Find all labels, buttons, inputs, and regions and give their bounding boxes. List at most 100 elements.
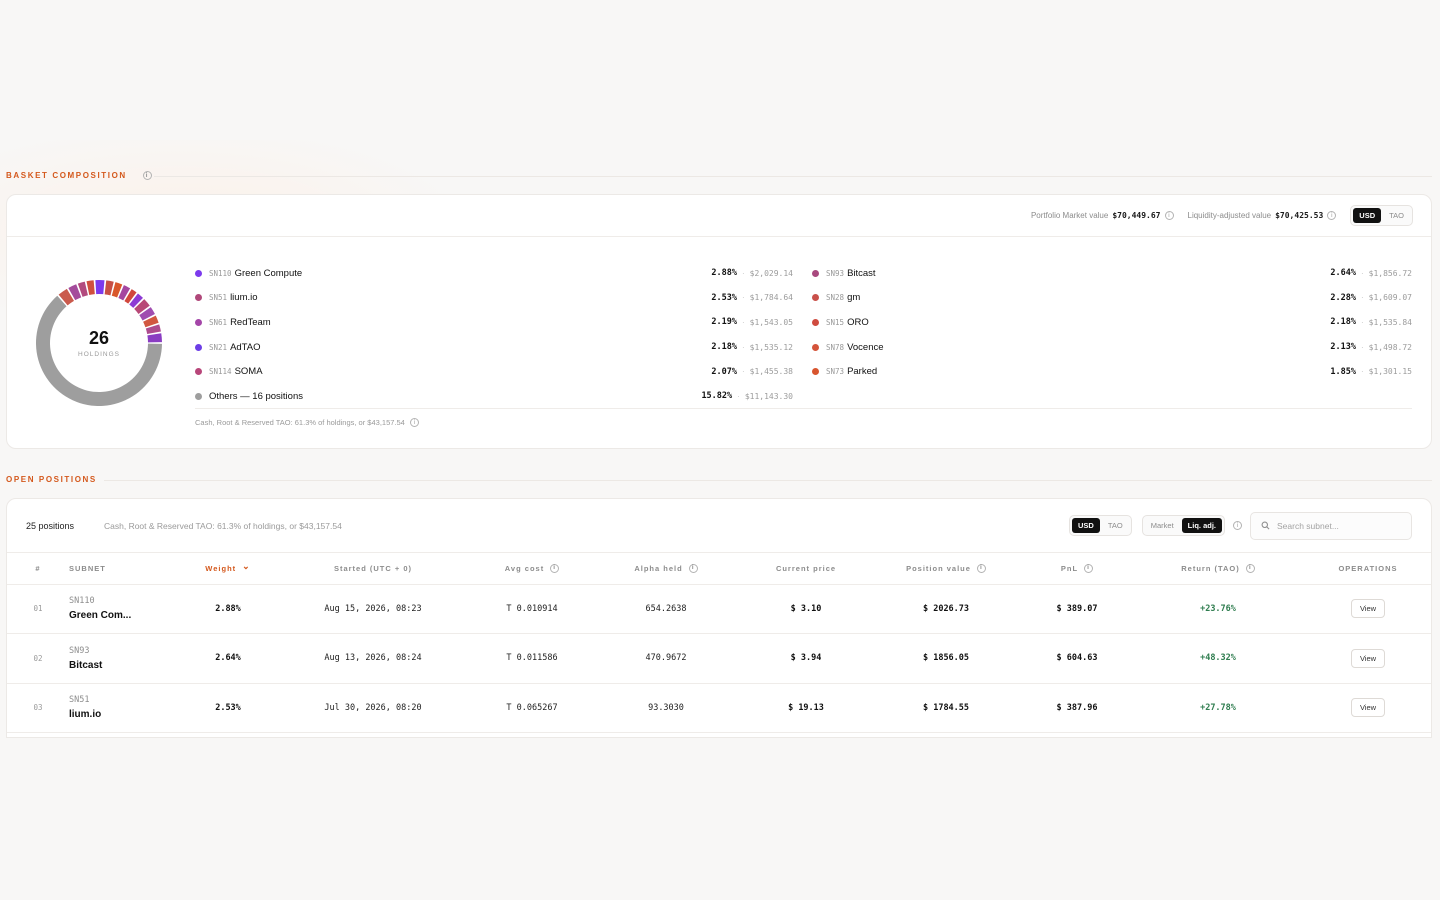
holding-name: lium.io <box>230 292 258 304</box>
liquidity-amount: $70,425.53 <box>1275 211 1324 220</box>
holding-usd-value: $1,535.84 <box>1368 317 1412 327</box>
basket-title-text: BASKET COMPOSITION <box>6 171 127 180</box>
holding-row[interactable]: SN110 Green Compute 2.88% · $2,029.14 <box>195 261 793 286</box>
row-started: Jul 30, 2026, 08:20 <box>273 683 473 733</box>
row-position-value: $ 1784.55 <box>871 683 1021 733</box>
row-return: +23.76% <box>1133 584 1303 634</box>
holding-values: 2.28% · $1,609.07 <box>1330 293 1412 303</box>
holding-subnet-id: SN114 <box>209 367 232 377</box>
row-subnet-name: Bitcast <box>69 659 103 671</box>
holding-percent: 2.53% <box>711 292 737 303</box>
holding-name: Bitcast <box>847 267 876 279</box>
row-subnet-name: Green Com... <box>69 610 132 622</box>
table-row[interactable]: 01 SN110 Green Com... 2.88% Aug 15, 2026, 08… <box>7 584 1431 634</box>
info-icon[interactable]: i <box>1327 211 1337 220</box>
col-weight-sort[interactable]: Weight ⌄ <box>183 553 273 585</box>
holding-usd-value: $2,029.14 <box>749 268 793 278</box>
holding-values: 2.18% · $1,535.84 <box>1330 317 1412 327</box>
holding-usd-value: $1,856.72 <box>1368 268 1412 278</box>
col-alpha-held[interactable]: Alpha held i <box>591 553 741 585</box>
separator-dot: · <box>741 268 745 278</box>
col-pnl[interactable]: PnL i <box>1021 553 1133 585</box>
row-subnet-id: SN110 <box>69 596 95 607</box>
holdings-list-right: SN93 Bitcast 2.64% · $1,856.72 SN28 gm 2.28% · $1… <box>812 261 1412 384</box>
positions-toolbar: 25 positions Cash, Root & Reserved TAO: … <box>7 499 1431 553</box>
view-button[interactable]: View <box>1350 698 1386 718</box>
holding-percent: 2.18% <box>711 342 737 353</box>
holding-usd-value: $1,609.07 <box>1368 293 1412 303</box>
row-subnet: SN110 Green Com... <box>69 584 183 634</box>
col-avg-cost[interactable]: Avg cost i <box>473 553 591 585</box>
positions-table: # SUBNET Weight ⌄ Started (UTC + 0) Avg c… <box>7 553 1431 733</box>
table-row[interactable]: 02 SN93 Bitcast 2.64% Aug 13, 2026, 08:24 T 0… <box>7 633 1431 684</box>
info-icon[interactable]: i <box>688 563 698 573</box>
info-icon[interactable]: i <box>1245 563 1255 573</box>
table-row[interactable]: 03 SN51 lium.io 2.53% Jul 30, 2026, 08:20 T 0… <box>7 683 1431 733</box>
row-index: 01 <box>7 584 69 634</box>
holding-row[interactable]: SN93 Bitcast 2.64% · $1,856.72 <box>812 261 1412 286</box>
holding-values: 1.85% · $1,301.15 <box>1330 367 1412 377</box>
search-subnet-input[interactable] <box>1277 520 1407 531</box>
holding-color-dot <box>195 392 202 400</box>
holding-percent: 1.85% <box>1330 366 1356 377</box>
usd-toggle-button[interactable]: USD <box>1072 517 1100 534</box>
row-index: 03 <box>7 683 69 733</box>
holding-row[interactable]: SN78 Vocence 2.13% · $1,498.72 <box>812 335 1412 360</box>
row-return: +27.78% <box>1133 683 1303 733</box>
holding-percent: 2.64% <box>1330 268 1356 279</box>
row-pnl: $ 389.07 <box>1021 584 1133 634</box>
separator-dot: · <box>741 293 745 303</box>
tao-toggle-button[interactable]: TAO <box>1102 518 1129 534</box>
holding-row[interactable]: Others — 16 positions 15.82% · $11,143.30 <box>195 384 793 409</box>
row-operations: View <box>1303 683 1431 733</box>
tao-toggle-button[interactable]: TAO <box>1383 208 1410 224</box>
holding-row[interactable]: SN28 gm 2.28% · $1,609.07 <box>812 286 1412 311</box>
info-icon[interactable]: i <box>976 563 986 573</box>
row-weight: 2.64% <box>183 633 273 684</box>
positions-section-title: OPEN POSITIONS <box>6 475 97 484</box>
col-started[interactable]: Started (UTC + 0) <box>273 553 473 585</box>
usd-toggle-button[interactable]: USD <box>1353 207 1382 224</box>
col-index: # <box>7 553 69 585</box>
row-weight: 2.88% <box>183 584 273 634</box>
holding-row[interactable]: SN51 lium.io 2.53% · $1,784.64 <box>195 286 793 311</box>
liq-adj-toggle-button[interactable]: Liq. adj. <box>1181 517 1222 534</box>
col-return[interactable]: Return (TAO) i <box>1133 553 1303 585</box>
holding-row[interactable]: SN21 AdTAO 2.18% · $1,535.12 <box>195 335 793 360</box>
row-alpha-held: 654.2638 <box>591 584 741 634</box>
col-position-value[interactable]: Position value i <box>871 553 1021 585</box>
row-subnet-name: lium.io <box>69 709 102 721</box>
holdings-list-left: SN110 Green Compute 2.88% · $2,029.14 SN51 liu… <box>195 261 793 409</box>
info-icon[interactable]: i <box>1233 521 1242 530</box>
info-icon[interactable]: i <box>142 171 152 180</box>
holding-row[interactable]: SN114 SOMA 2.07% · $1,455.38 <box>195 359 793 384</box>
col-subnet[interactable]: SUBNET <box>69 553 183 585</box>
info-icon[interactable]: i <box>1084 563 1094 573</box>
cash-note-text: Cash, Root & Reserved TAO: 61.3% of hold… <box>195 418 405 427</box>
holding-row[interactable]: SN61 RedTeam 2.19% · $1,543.05 <box>195 310 793 335</box>
view-button[interactable]: View <box>1350 599 1386 619</box>
row-current-price: $ 3.10 <box>741 584 871 634</box>
holding-row[interactable]: SN15 ORO 2.18% · $1,535.84 <box>812 310 1412 335</box>
row-subnet-id: SN51 <box>69 695 90 706</box>
info-icon[interactable]: i <box>1164 211 1174 220</box>
basket-header: Portfolio Market value $70,449.67 i Liqu… <box>7 195 1431 237</box>
positions-currency-toggle: USD TAO <box>1069 514 1132 537</box>
holding-percent: 2.07% <box>711 366 737 377</box>
holding-subnet-id: SN21 <box>209 342 228 352</box>
row-subnet: SN51 lium.io <box>69 683 183 733</box>
info-icon[interactable]: i <box>409 418 419 427</box>
holding-subnet-id: SN93 <box>826 268 845 278</box>
row-current-price: $ 19.13 <box>741 683 871 733</box>
holding-row[interactable]: SN73 Parked 1.85% · $1,301.15 <box>812 359 1412 384</box>
holding-usd-value: $11,143.30 <box>744 391 793 401</box>
view-button[interactable]: View <box>1350 648 1386 668</box>
holding-percent: 2.18% <box>1330 317 1356 328</box>
holding-subnet-id: SN28 <box>826 293 845 303</box>
portfolio-market-value: Portfolio Market value $70,449.67 i <box>1031 211 1174 220</box>
holding-name: SOMA <box>234 366 263 378</box>
liquidity-adjusted-value: Liquidity-adjusted value $70,425.53 i <box>1188 211 1337 220</box>
col-current-price[interactable]: Current price <box>741 553 871 585</box>
info-icon[interactable]: i <box>550 563 560 573</box>
market-toggle-button[interactable]: Market <box>1145 518 1180 534</box>
